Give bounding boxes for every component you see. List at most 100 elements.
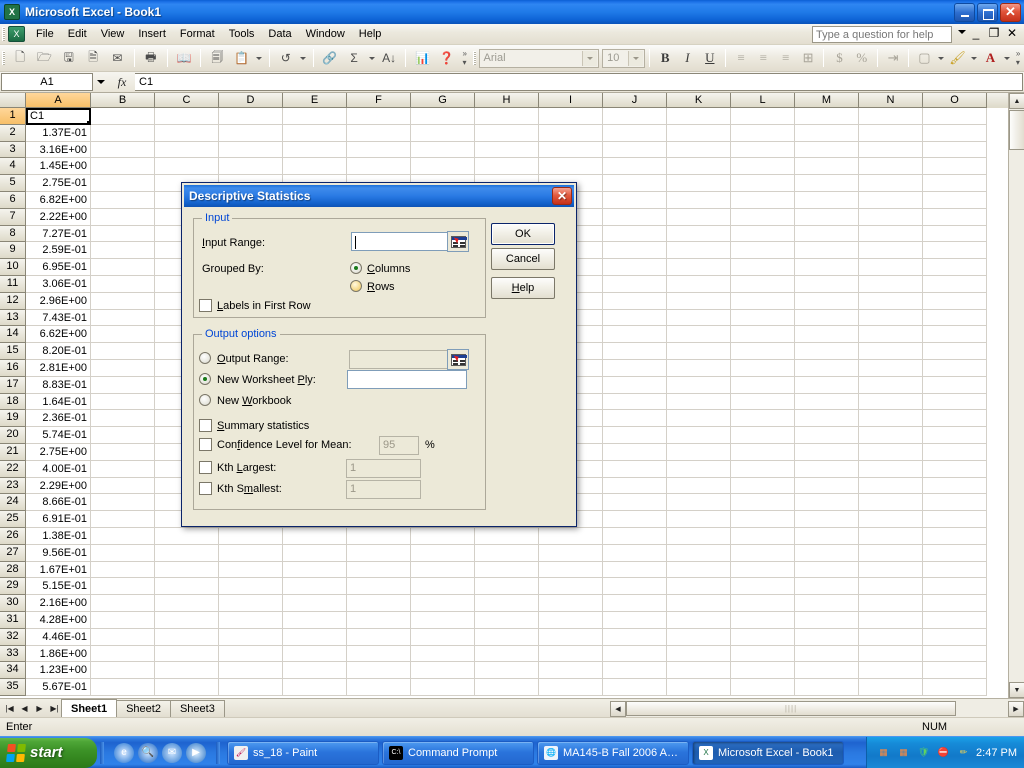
sheet-tab-sheet1[interactable]: Sheet1 <box>61 699 117 717</box>
cell-I1[interactable] <box>539 108 603 125</box>
cell-O7[interactable] <box>923 209 987 226</box>
cell-B18[interactable] <box>91 394 155 411</box>
cell-L34[interactable] <box>731 662 795 679</box>
sort-asc-icon[interactable]: A↓ <box>378 47 400 69</box>
cell-K29[interactable] <box>667 578 731 595</box>
percent-icon[interactable]: % <box>851 47 873 69</box>
new-workbook-radio[interactable] <box>199 394 211 406</box>
cell-J27[interactable] <box>603 545 667 562</box>
cell-A28[interactable]: 1.67E+01 <box>26 562 91 579</box>
borders-icon[interactable]: ▢ <box>913 47 935 69</box>
cell-N15[interactable] <box>859 343 923 360</box>
row-header-23[interactable]: 23 <box>0 478 26 495</box>
cell-L8[interactable] <box>731 226 795 243</box>
cell-F4[interactable] <box>347 158 411 175</box>
row-header-17[interactable]: 17 <box>0 377 26 394</box>
cell-B20[interactable] <box>91 427 155 444</box>
cell-O8[interactable] <box>923 226 987 243</box>
cell-L3[interactable] <box>731 142 795 159</box>
cell-L22[interactable] <box>731 461 795 478</box>
cell-B1[interactable] <box>91 108 155 125</box>
cell-I32[interactable] <box>539 629 603 646</box>
cell-K3[interactable] <box>667 142 731 159</box>
cell-N27[interactable] <box>859 545 923 562</box>
cell-J22[interactable] <box>603 461 667 478</box>
cell-H33[interactable] <box>475 646 539 663</box>
column-header-o[interactable]: O <box>923 93 987 108</box>
cell-A32[interactable]: 4.46E-01 <box>26 629 91 646</box>
range-select-icon[interactable] <box>447 231 469 252</box>
cell-J31[interactable] <box>603 612 667 629</box>
cell-M34[interactable] <box>795 662 859 679</box>
formatting-toolbar-grip[interactable] <box>473 51 476 65</box>
cell-O30[interactable] <box>923 595 987 612</box>
cell-K23[interactable] <box>667 478 731 495</box>
cell-A20[interactable]: 5.74E-01 <box>26 427 91 444</box>
cell-K33[interactable] <box>667 646 731 663</box>
cell-A1[interactable]: C1 <box>26 108 91 125</box>
cell-D4[interactable] <box>219 158 283 175</box>
cell-K24[interactable] <box>667 494 731 511</box>
new-icon[interactable]: 🗋 <box>9 47 31 69</box>
row-header-34[interactable]: 34 <box>0 662 26 679</box>
cell-K10[interactable] <box>667 259 731 276</box>
cell-N12[interactable] <box>859 293 923 310</box>
cell-O12[interactable] <box>923 293 987 310</box>
cell-A6[interactable]: 6.82E+00 <box>26 192 91 209</box>
cell-A16[interactable]: 2.81E+00 <box>26 360 91 377</box>
cell-H2[interactable] <box>475 125 539 142</box>
cell-G1[interactable] <box>411 108 475 125</box>
cell-M17[interactable] <box>795 377 859 394</box>
undo-chevron-down-icon[interactable] <box>298 47 309 69</box>
cell-L20[interactable] <box>731 427 795 444</box>
cell-C32[interactable] <box>155 629 219 646</box>
row-header-4[interactable]: 4 <box>0 158 26 175</box>
cell-B4[interactable] <box>91 158 155 175</box>
cell-E2[interactable] <box>283 125 347 142</box>
cell-L11[interactable] <box>731 276 795 293</box>
cell-O9[interactable] <box>923 242 987 259</box>
row-header-21[interactable]: 21 <box>0 444 26 461</box>
column-header-f[interactable]: F <box>347 93 411 108</box>
cell-A24[interactable]: 8.66E-01 <box>26 494 91 511</box>
new-worksheet-ply-input[interactable] <box>347 370 467 389</box>
cell-N20[interactable] <box>859 427 923 444</box>
paste-icon[interactable]: 📋 <box>231 47 253 69</box>
row-header-15[interactable]: 15 <box>0 343 26 360</box>
column-header-n[interactable]: N <box>859 93 923 108</box>
name-box[interactable]: A1 <box>1 73 93 91</box>
cell-M10[interactable] <box>795 259 859 276</box>
row-header-13[interactable]: 13 <box>0 310 26 327</box>
summary-statistics-checkbox[interactable] <box>199 419 212 432</box>
minimize-icon[interactable] <box>954 3 975 22</box>
cell-I34[interactable] <box>539 662 603 679</box>
cell-E32[interactable] <box>283 629 347 646</box>
cell-B15[interactable] <box>91 343 155 360</box>
cell-A10[interactable]: 6.95E-01 <box>26 259 91 276</box>
cell-J34[interactable] <box>603 662 667 679</box>
cell-D30[interactable] <box>219 595 283 612</box>
row-header-22[interactable]: 22 <box>0 461 26 478</box>
cell-J4[interactable] <box>603 158 667 175</box>
cell-A27[interactable]: 9.56E-01 <box>26 545 91 562</box>
menu-view[interactable]: View <box>94 26 132 42</box>
cell-E30[interactable] <box>283 595 347 612</box>
cell-B33[interactable] <box>91 646 155 663</box>
cell-B21[interactable] <box>91 444 155 461</box>
cell-A2[interactable]: 1.37E-01 <box>26 125 91 142</box>
cell-N30[interactable] <box>859 595 923 612</box>
font-color-icon[interactable]: A <box>979 47 1001 69</box>
column-header-l[interactable]: L <box>731 93 795 108</box>
cell-F30[interactable] <box>347 595 411 612</box>
chevron-down-icon[interactable] <box>958 30 966 34</box>
cell-A26[interactable]: 1.38E-01 <box>26 528 91 545</box>
font-name-chevron-down-icon[interactable] <box>582 51 597 66</box>
undo-icon[interactable]: ↺ <box>275 47 297 69</box>
cell-L6[interactable] <box>731 192 795 209</box>
cell-A11[interactable]: 3.06E-01 <box>26 276 91 293</box>
cell-F26[interactable] <box>347 528 411 545</box>
cell-A25[interactable]: 6.91E-01 <box>26 511 91 528</box>
cell-L18[interactable] <box>731 394 795 411</box>
cell-E28[interactable] <box>283 562 347 579</box>
internet-explorer-icon[interactable]: e <box>114 743 134 763</box>
